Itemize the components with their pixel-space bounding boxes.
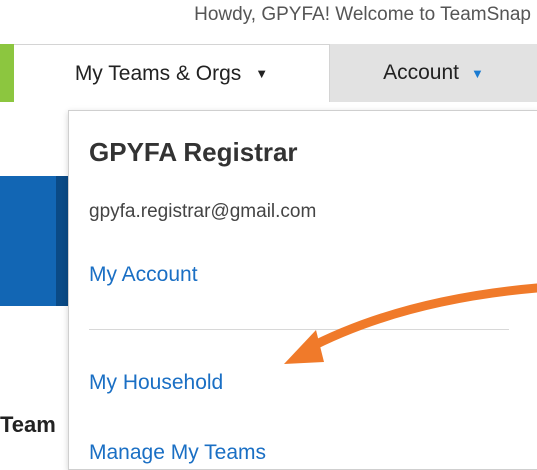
manage-my-teams-link[interactable]: Manage My Teams (89, 441, 266, 465)
user-email: gpyfa.registrar@gmail.com (89, 201, 317, 222)
account-label: Account (383, 61, 459, 84)
my-teams-orgs-menu[interactable]: My Teams & Orgs ▼ (14, 44, 330, 102)
nav-accent-strip (0, 44, 14, 102)
menu-divider (89, 329, 509, 330)
account-menu[interactable]: Account ▼ (330, 44, 537, 102)
user-name: GPYFA Registrar (89, 137, 298, 167)
page-banner-edge (56, 176, 68, 306)
account-dropdown: GPYFA Registrar gpyfa.registrar@gmail.co… (68, 110, 537, 470)
chevron-down-icon: ▼ (255, 66, 269, 81)
my-household-link[interactable]: My Household (89, 371, 223, 395)
team-heading: Team (0, 412, 56, 437)
welcome-greeting: Howdy, GPYFA! Welcome to TeamSnap (194, 4, 531, 25)
my-account-link[interactable]: My Account (89, 263, 198, 287)
my-teams-orgs-label: My Teams & Orgs (74, 61, 242, 85)
chevron-down-icon: ▼ (471, 65, 484, 81)
